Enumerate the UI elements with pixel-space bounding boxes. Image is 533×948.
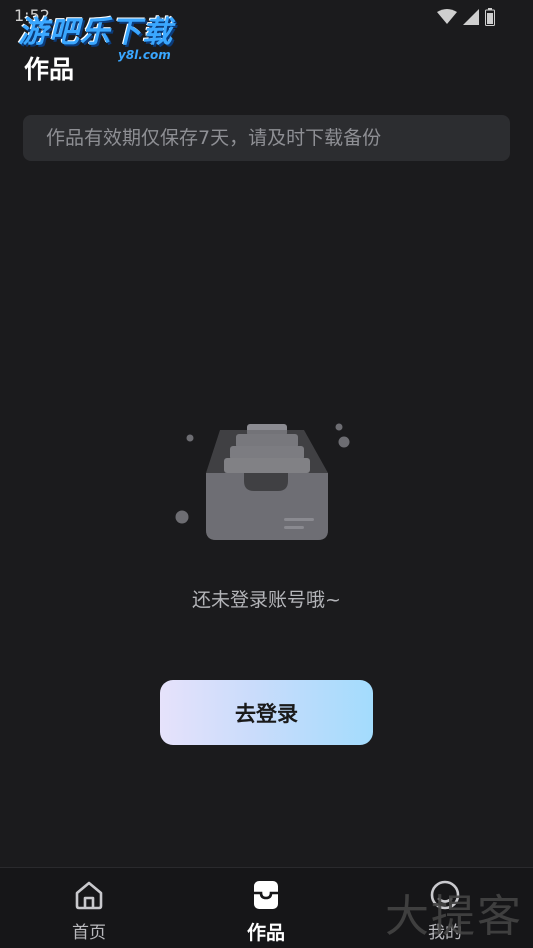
login-button[interactable]: 去登录 [160,680,373,745]
watermark-corner: 大提客 [385,891,523,942]
inbox-tray-icon [175,423,350,540]
notice-bar: 作品有效期仅保存7天，请及时下载备份 [23,115,510,161]
watermark-logo-text: 游吧乐下载 [18,15,173,50]
battery-icon [485,8,495,26]
empty-state-message: 还未登录账号哦~ [192,589,341,611]
nav-label-works: 作品 [246,922,285,944]
nav-label-home: 首页 [72,923,106,943]
nav-item-works[interactable]: 作品 [221,878,311,945]
works-tray-icon [254,881,278,909]
wifi-icon [437,9,457,24]
status-icons [437,8,495,26]
home-icon [75,881,103,910]
watermark-logo-sub: y8l.com [118,48,171,62]
nav-item-home[interactable]: 首页 [44,878,134,943]
page-title: 作品 [24,55,75,84]
signal-icon [463,9,479,25]
watermark-logo: 游吧乐下载 y8l.com [18,15,173,63]
